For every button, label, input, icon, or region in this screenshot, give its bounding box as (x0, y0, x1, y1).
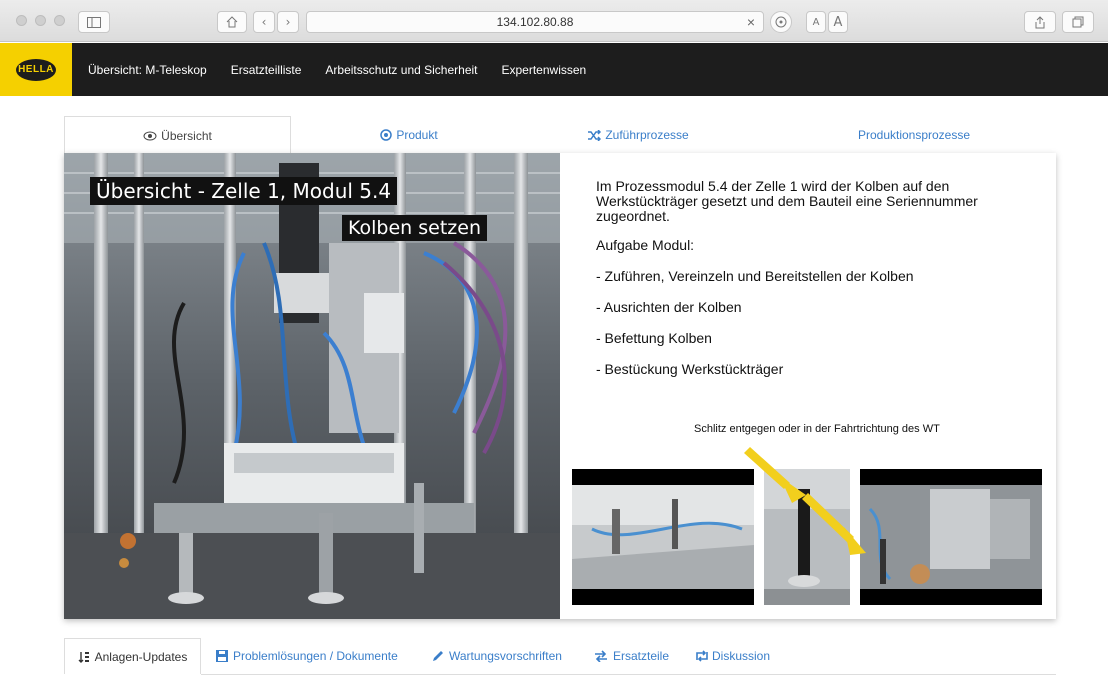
bottom-tab-divider (201, 674, 1056, 675)
forward-button[interactable]: › (277, 11, 299, 33)
maximize-window-button[interactable] (54, 15, 65, 26)
resource-tabs: Anlagen-Updates Problemlösungen / Dokume… (64, 638, 1056, 675)
zoom-in-button[interactable]: A (828, 11, 848, 33)
tabs-overview-button[interactable] (1062, 11, 1094, 33)
nav-item-safety[interactable]: Arbeitsschutz und Sicherheit (325, 63, 477, 77)
tab-discussion-label: Diskussion (712, 649, 771, 663)
window-controls (16, 15, 65, 26)
nav-item-expert-knowledge[interactable]: Expertenwissen (502, 63, 587, 77)
hella-logo-icon: HELLA (16, 58, 56, 81)
sort-icon (78, 651, 89, 663)
overview-panel: Übersicht - Zelle 1, Modul 5.4 Kolben se… (64, 153, 1056, 619)
annotation-arrows (744, 447, 866, 555)
browser-toolbar: ‹ › 134.102.80.88 × A A (0, 0, 1108, 42)
back-button[interactable]: ‹ (253, 11, 275, 33)
exchange-icon (595, 650, 607, 662)
tab-problem-solutions-label: Problemlösungen / Dokumente (233, 649, 398, 663)
arrow-head-2-icon (844, 527, 866, 555)
nav-item-overview[interactable]: Übersicht: M-Teleskop (88, 63, 207, 77)
chevron-left-icon: ‹ (261, 15, 267, 29)
zoom-out-button[interactable]: A (806, 11, 826, 33)
brand-logo[interactable]: HELLA (0, 43, 72, 96)
tab-product[interactable]: Produkt (291, 116, 527, 154)
zoom-in-label: A (833, 14, 843, 30)
tab-production-processes[interactable]: Produktionsprozesse (799, 116, 1029, 154)
target-icon (380, 129, 393, 141)
tab-overview-label: Übersicht (161, 128, 212, 143)
share-icon (1035, 15, 1045, 28)
tab-system-updates-label: Anlagen-Updates (94, 649, 188, 664)
pencil-icon (433, 651, 443, 661)
tab-spare-parts-label: Ersatzteile (613, 649, 670, 663)
minimize-window-button[interactable] (35, 15, 46, 26)
tab-product-label: Produkt (396, 128, 438, 142)
tab-discussion[interactable]: Diskussion (694, 638, 770, 674)
share-button[interactable] (1024, 11, 1056, 33)
shuffle-icon (588, 129, 602, 141)
clear-url-icon[interactable]: × (747, 14, 755, 30)
close-window-button[interactable] (16, 15, 27, 26)
sidebar-toggle-button[interactable] (78, 11, 110, 33)
arrow-head-1-icon (780, 477, 806, 503)
url-text: 134.102.80.88 (496, 15, 574, 29)
save-icon (216, 650, 228, 662)
reader-button[interactable] (770, 11, 792, 33)
zoom-out-label: A (812, 16, 820, 28)
tabs-icon (1072, 16, 1084, 28)
tab-system-updates[interactable]: Anlagen-Updates (64, 638, 201, 674)
logo-text: HELLA (18, 64, 54, 75)
tab-spare-parts[interactable]: Ersatzteile (594, 638, 669, 674)
tab-feed-processes[interactable]: Zuführprozesse (534, 116, 742, 154)
eye-icon (143, 131, 157, 140)
chevron-right-icon: › (285, 15, 291, 29)
tab-maintenance-rules[interactable]: Wartungsvorschriften (432, 638, 562, 674)
tab-maintenance-rules-label: Wartungsvorschriften (449, 649, 562, 663)
content-tabs: Übersicht Produkt Zuführprozesse Produkt… (64, 116, 1056, 154)
retweet-icon (696, 650, 708, 662)
main-navigation: HELLA Übersicht: M-Teleskop Ersatzteilli… (0, 43, 1108, 96)
home-icon (226, 16, 238, 28)
tab-problem-solutions[interactable]: Problemlösungen / Dokumente (216, 638, 398, 674)
clock-icon (775, 16, 787, 28)
tab-feed-processes-label: Zuführprozesse (605, 128, 689, 142)
sidebar-icon (87, 16, 101, 28)
home-button[interactable] (217, 11, 247, 33)
tab-overview[interactable]: Übersicht (64, 116, 291, 154)
address-bar[interactable]: 134.102.80.88 × (306, 11, 764, 33)
tab-production-processes-label: Produktionsprozesse (857, 128, 971, 142)
nav-item-spare-parts-list[interactable]: Ersatzteilliste (231, 63, 302, 77)
